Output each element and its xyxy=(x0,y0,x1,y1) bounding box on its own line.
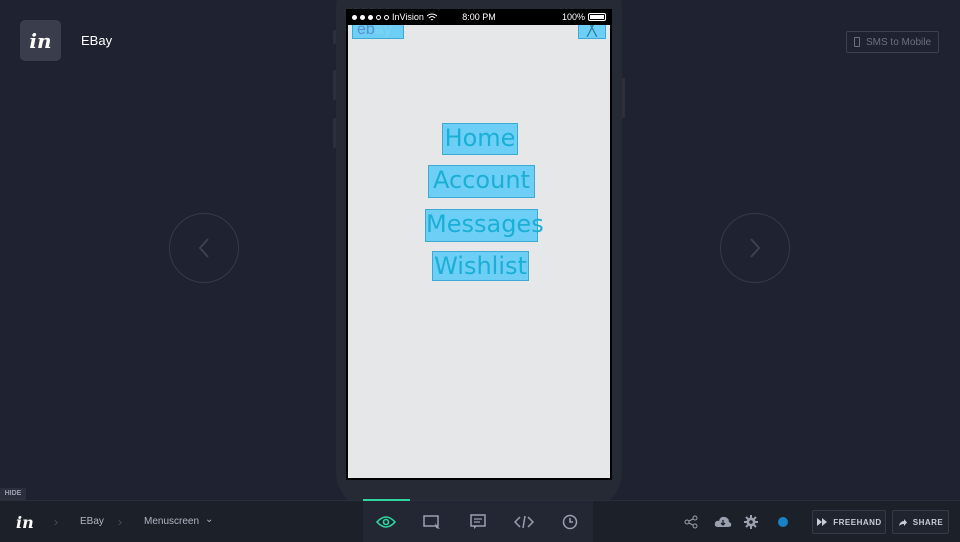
gear-icon[interactable] xyxy=(743,514,759,530)
ebay-logo-hotspot[interactable]: ebay xyxy=(352,25,404,39)
freehand-label: FREEHAND xyxy=(833,517,882,527)
menu-item-wishlist[interactable]: Wishlist xyxy=(432,251,529,281)
chevron-right-icon: › xyxy=(118,515,122,529)
build-mode-icon[interactable] xyxy=(420,510,444,534)
close-icon: ╳ xyxy=(587,25,597,37)
chevron-right-icon: › xyxy=(54,515,58,529)
signal-dot xyxy=(368,14,373,20)
prototype-screen: ebay ╳ Home Account Messages Wishlist xyxy=(348,25,610,478)
next-screen-button[interactable] xyxy=(720,213,790,283)
share-button[interactable]: SHARE xyxy=(892,510,949,534)
ios-status-bar: InVision 8:00 PM 100% xyxy=(346,9,612,25)
cloud-download-icon[interactable] xyxy=(713,514,733,530)
carrier-name: InVision xyxy=(392,12,424,22)
menu-item-messages[interactable]: Messages xyxy=(425,209,544,242)
phone-volume-up xyxy=(333,70,336,100)
signal-dot xyxy=(352,14,357,20)
breadcrumb-screen[interactable]: Menuscreen xyxy=(144,516,199,527)
phone-screen: InVision 8:00 PM 100% ebay ╳ Home Accoun… xyxy=(346,9,612,480)
invision-logo[interactable]: in xyxy=(16,513,34,532)
inspect-code-icon[interactable] xyxy=(512,510,536,534)
sms-label: SMS to Mobile xyxy=(865,36,932,48)
wifi-icon xyxy=(426,13,437,21)
hide-toolbar-button[interactable]: HIDE xyxy=(0,488,26,500)
freehand-button[interactable]: FREEHAND xyxy=(812,510,886,534)
signal-dot xyxy=(360,14,365,20)
sms-to-mobile-button[interactable]: SMS to Mobile xyxy=(846,31,939,53)
chevron-right-icon xyxy=(750,238,761,258)
battery-icon xyxy=(588,13,606,21)
breadcrumb-project[interactable]: EBay xyxy=(80,516,104,527)
share-nodes-icon[interactable] xyxy=(683,514,699,530)
mode-switcher xyxy=(363,501,593,542)
project-title: EBay xyxy=(81,33,113,48)
user-status-dot[interactable] xyxy=(778,517,788,527)
chevron-left-icon xyxy=(198,238,209,258)
close-menu-hotspot[interactable]: ╳ xyxy=(578,25,606,39)
phone-power-button xyxy=(622,78,625,118)
signal-dot-empty xyxy=(376,14,381,20)
phone-mute-switch xyxy=(333,30,336,44)
invision-logo[interactable]: in xyxy=(20,20,61,61)
screen-dropdown-caret[interactable]: ⌄ xyxy=(205,514,213,525)
history-clock-icon[interactable] xyxy=(558,510,582,534)
freehand-icon xyxy=(817,518,828,526)
preview-mode-eye-icon[interactable] xyxy=(374,510,398,534)
battery-percent: 100% xyxy=(561,12,585,22)
phone-icon xyxy=(853,37,860,47)
menu-item-account[interactable]: Account xyxy=(428,165,535,198)
comment-mode-icon[interactable] xyxy=(466,510,490,534)
phone-volume-down xyxy=(333,118,336,148)
share-label: SHARE xyxy=(912,517,944,527)
signal-dot-empty xyxy=(384,14,389,20)
status-time: 8:00 PM xyxy=(462,12,496,22)
menu-item-home[interactable]: Home xyxy=(442,123,518,155)
share-arrow-icon xyxy=(898,518,907,526)
previous-screen-button[interactable] xyxy=(169,213,239,283)
